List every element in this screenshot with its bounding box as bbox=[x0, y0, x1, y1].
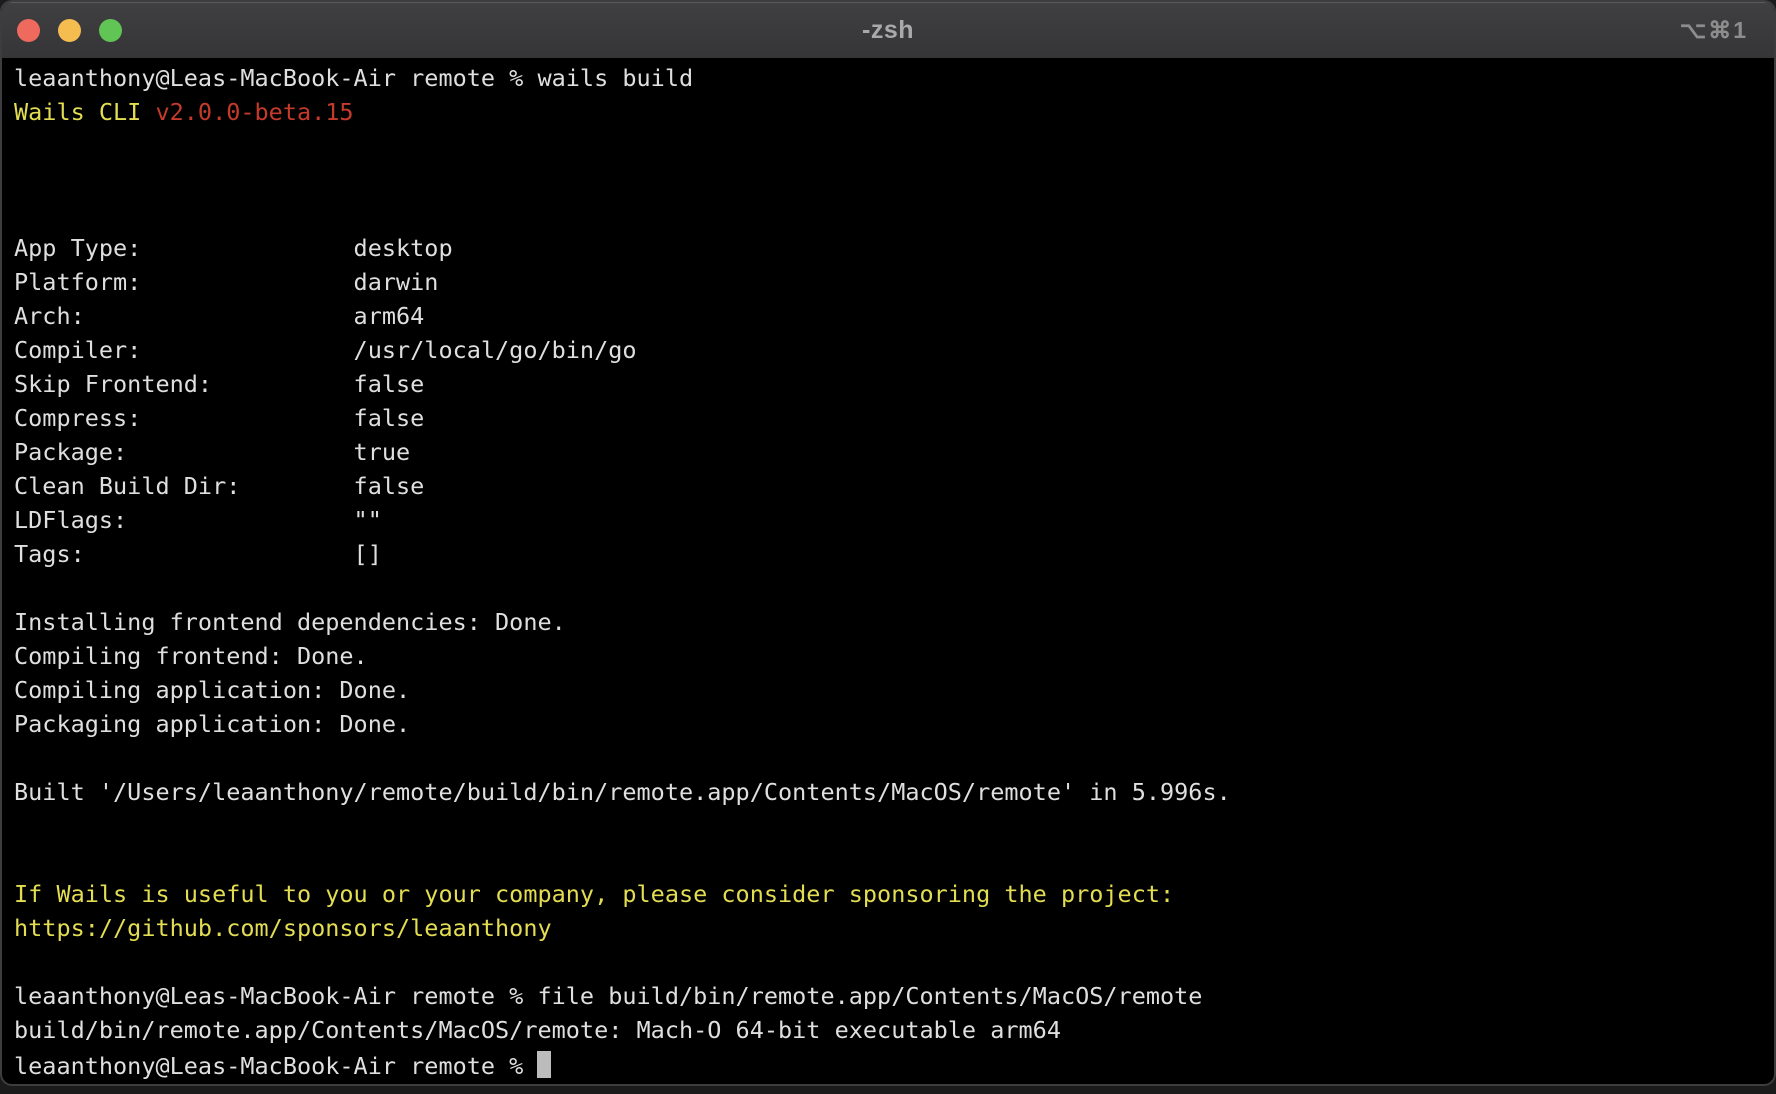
terminal-line: leaanthony@Leas-MacBook-Air remote % fil… bbox=[14, 979, 1774, 1013]
terminal-line: Platform: darwin bbox=[14, 265, 1774, 299]
window-shortcut-badge: ⌥⌘1 bbox=[1680, 17, 1748, 44]
terminal-text: Compiling frontend: Done. bbox=[14, 642, 368, 670]
terminal-line: Compress: false bbox=[14, 401, 1774, 435]
terminal-line: LDFlags: "" bbox=[14, 503, 1774, 537]
terminal-text: Compiling application: Done. bbox=[14, 676, 410, 704]
terminal-line: Built '/Users/leaanthony/remote/build/bi… bbox=[14, 775, 1774, 809]
terminal-text: Compress: false bbox=[14, 404, 424, 432]
terminal-text: Built '/Users/leaanthony/remote/build/bi… bbox=[14, 778, 1231, 806]
terminal-text: v2.0.0-beta.15 bbox=[155, 98, 353, 126]
terminal-text: Tags: [] bbox=[14, 540, 382, 568]
terminal-text: Installing frontend dependencies: Done. bbox=[14, 608, 566, 636]
terminal-text: Arch: arm64 bbox=[14, 302, 424, 330]
terminal-line: https://github.com/sponsors/leaanthony bbox=[14, 911, 1774, 945]
terminal-text: leaanthony@Leas-MacBook-Air remote % wai… bbox=[14, 64, 693, 92]
terminal-text: Packaging application: Done. bbox=[14, 710, 410, 738]
terminal-line: Compiling application: Done. bbox=[14, 673, 1774, 707]
title-bar[interactable]: -zsh ⌥⌘1 bbox=[2, 2, 1774, 58]
terminal-text: build/bin/remote.app/Contents/MacOS/remo… bbox=[14, 1016, 1061, 1044]
terminal-text: Wails CLI bbox=[14, 98, 155, 126]
terminal-line: Compiling frontend: Done. bbox=[14, 639, 1774, 673]
terminal-output[interactable]: leaanthony@Leas-MacBook-Air remote % wai… bbox=[2, 58, 1774, 1083]
terminal-window: -zsh ⌥⌘1 leaanthony@Leas-MacBook-Air rem… bbox=[0, 0, 1776, 1086]
terminal-text: https://github.com/sponsors/leaanthony bbox=[14, 914, 552, 942]
terminal-line: build/bin/remote.app/Contents/MacOS/remo… bbox=[14, 1013, 1774, 1047]
terminal-line bbox=[14, 741, 1774, 775]
terminal-text: leaanthony@Leas-MacBook-Air remote % bbox=[14, 1052, 537, 1080]
terminal-line: leaanthony@Leas-MacBook-Air remote % wai… bbox=[14, 61, 1774, 95]
terminal-line: If Wails is useful to you or your compan… bbox=[14, 877, 1774, 911]
terminal-text: App Type: desktop bbox=[14, 234, 453, 262]
terminal-text: Platform: darwin bbox=[14, 268, 438, 296]
terminal-line bbox=[14, 571, 1774, 605]
terminal-text: If Wails is useful to you or your compan… bbox=[14, 880, 1174, 908]
terminal-line: leaanthony@Leas-MacBook-Air remote % bbox=[14, 1047, 1774, 1083]
terminal-text: Compiler: /usr/local/go/bin/go bbox=[14, 336, 637, 364]
window-title: -zsh bbox=[2, 16, 1774, 45]
terminal-line: Compiler: /usr/local/go/bin/go bbox=[14, 333, 1774, 367]
terminal-line bbox=[14, 809, 1774, 843]
terminal-line bbox=[14, 129, 1774, 163]
terminal-line: Arch: arm64 bbox=[14, 299, 1774, 333]
terminal-text: Skip Frontend: false bbox=[14, 370, 424, 398]
text-cursor bbox=[537, 1051, 551, 1078]
terminal-line: Packaging application: Done. bbox=[14, 707, 1774, 741]
terminal-text: LDFlags: "" bbox=[14, 506, 382, 534]
terminal-line bbox=[14, 163, 1774, 197]
terminal-line: Package: true bbox=[14, 435, 1774, 469]
terminal-text: Package: true bbox=[14, 438, 410, 466]
terminal-line: Wails CLI v2.0.0-beta.15 bbox=[14, 95, 1774, 129]
terminal-line: Installing frontend dependencies: Done. bbox=[14, 605, 1774, 639]
terminal-line bbox=[14, 945, 1774, 979]
terminal-line bbox=[14, 197, 1774, 231]
terminal-text: leaanthony@Leas-MacBook-Air remote % fil… bbox=[14, 982, 1202, 1010]
terminal-line bbox=[14, 843, 1774, 877]
terminal-line: Tags: [] bbox=[14, 537, 1774, 571]
terminal-line: App Type: desktop bbox=[14, 231, 1774, 265]
terminal-text: Clean Build Dir: false bbox=[14, 472, 424, 500]
terminal-line: Clean Build Dir: false bbox=[14, 469, 1774, 503]
terminal-line: Skip Frontend: false bbox=[14, 367, 1774, 401]
